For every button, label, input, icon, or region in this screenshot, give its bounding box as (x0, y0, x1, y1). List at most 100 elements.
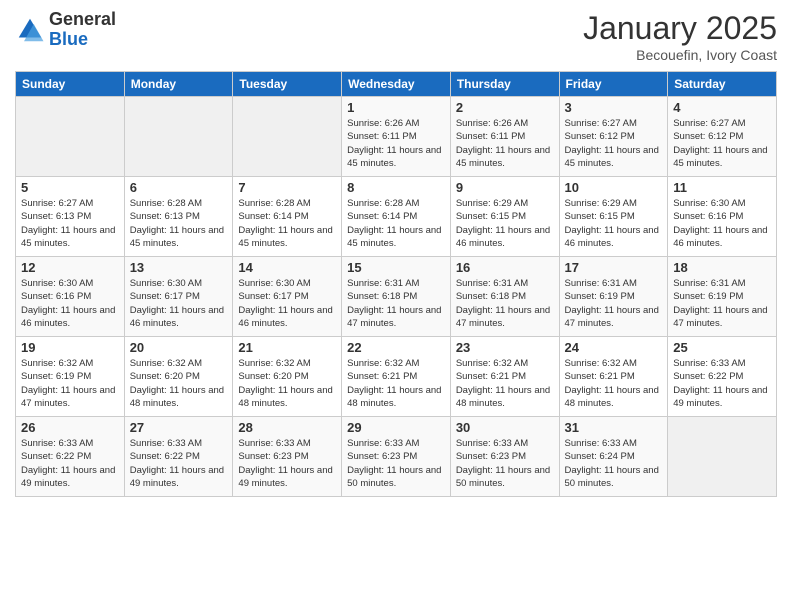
day-number: 31 (565, 420, 663, 435)
day-info: Sunrise: 6:29 AMSunset: 6:15 PMDaylight:… (456, 197, 554, 250)
day-cell: 28 Sunrise: 6:33 AMSunset: 6:23 PMDayligh… (233, 417, 342, 497)
day-info: Sunrise: 6:33 AMSunset: 6:23 PMDaylight:… (347, 437, 445, 490)
day-cell: 2 Sunrise: 6:26 AMSunset: 6:11 PMDaylight… (450, 97, 559, 177)
day-info: Sunrise: 6:32 AMSunset: 6:21 PMDaylight:… (347, 357, 445, 410)
day-cell: 10 Sunrise: 6:29 AMSunset: 6:15 PMDayligh… (559, 177, 668, 257)
day-number: 9 (456, 180, 554, 195)
day-number: 21 (238, 340, 336, 355)
day-cell (124, 97, 233, 177)
day-cell: 12Sunrise: 6:30 AMSunset: 6:16 PMDayligh… (16, 257, 125, 337)
day-cell (233, 97, 342, 177)
day-number: 12 (21, 260, 119, 275)
day-info: Sunrise: 6:28 AMSunset: 6:14 PMDaylight:… (347, 197, 445, 250)
week-row-2: 5 Sunrise: 6:27 AMSunset: 6:13 PMDaylight… (16, 177, 777, 257)
day-number: 18 (673, 260, 771, 275)
day-info: Sunrise: 6:30 AMSunset: 6:16 PMDaylight:… (673, 197, 771, 250)
weekday-thursday: Thursday (450, 72, 559, 97)
day-number: 11 (673, 180, 771, 195)
day-info: Sunrise: 6:31 AMSunset: 6:18 PMDaylight:… (456, 277, 554, 330)
day-info: Sunrise: 6:29 AMSunset: 6:15 PMDaylight:… (565, 197, 663, 250)
day-info: Sunrise: 6:33 AMSunset: 6:24 PMDaylight:… (565, 437, 663, 490)
calendar: SundayMondayTuesdayWednesdayThursdayFrid… (15, 71, 777, 497)
day-number: 25 (673, 340, 771, 355)
day-info: Sunrise: 6:26 AMSunset: 6:11 PMDaylight:… (456, 117, 554, 170)
day-info: Sunrise: 6:33 AMSunset: 6:22 PMDaylight:… (673, 357, 771, 410)
day-cell: 23 Sunrise: 6:32 AMSunset: 6:21 PMDayligh… (450, 337, 559, 417)
day-info: Sunrise: 6:33 AMSunset: 6:22 PMDaylight:… (21, 437, 119, 490)
logo: General Blue (15, 10, 116, 50)
day-cell (668, 417, 777, 497)
logo-general-text: General (49, 10, 116, 30)
day-info: Sunrise: 6:26 AMSunset: 6:11 PMDaylight:… (347, 117, 445, 170)
title-block: January 2025 Becouefin, Ivory Coast (583, 10, 777, 63)
week-row-4: 19 Sunrise: 6:32 AMSunset: 6:19 PMDayligh… (16, 337, 777, 417)
day-info: Sunrise: 6:31 AMSunset: 6:19 PMDaylight:… (565, 277, 663, 330)
day-info: Sunrise: 6:28 AMSunset: 6:13 PMDaylight:… (130, 197, 228, 250)
day-info: Sunrise: 6:32 AMSunset: 6:20 PMDaylight:… (130, 357, 228, 410)
day-cell: 25 Sunrise: 6:33 AMSunset: 6:22 PMDayligh… (668, 337, 777, 417)
day-info: Sunrise: 6:32 AMSunset: 6:20 PMDaylight:… (238, 357, 336, 410)
day-number: 5 (21, 180, 119, 195)
day-info: Sunrise: 6:31 AMSunset: 6:19 PMDaylight:… (673, 277, 771, 330)
day-cell: 11 Sunrise: 6:30 AMSunset: 6:16 PMDayligh… (668, 177, 777, 257)
month-title: January 2025 (583, 10, 777, 47)
day-number: 19 (21, 340, 119, 355)
day-info: Sunrise: 6:33 AMSunset: 6:23 PMDaylight:… (238, 437, 336, 490)
weekday-saturday: Saturday (668, 72, 777, 97)
day-cell: 8 Sunrise: 6:28 AMSunset: 6:14 PMDaylight… (342, 177, 451, 257)
location-title: Becouefin, Ivory Coast (583, 47, 777, 63)
day-number: 10 (565, 180, 663, 195)
day-number: 3 (565, 100, 663, 115)
day-number: 8 (347, 180, 445, 195)
week-row-1: 1 Sunrise: 6:26 AMSunset: 6:11 PMDaylight… (16, 97, 777, 177)
day-info: Sunrise: 6:27 AMSunset: 6:13 PMDaylight:… (21, 197, 119, 250)
day-cell: 6 Sunrise: 6:28 AMSunset: 6:13 PMDaylight… (124, 177, 233, 257)
weekday-monday: Monday (124, 72, 233, 97)
day-number: 23 (456, 340, 554, 355)
day-number: 1 (347, 100, 445, 115)
day-cell: 18 Sunrise: 6:31 AMSunset: 6:19 PMDayligh… (668, 257, 777, 337)
day-number: 30 (456, 420, 554, 435)
day-info: Sunrise: 6:27 AMSunset: 6:12 PMDaylight:… (673, 117, 771, 170)
weekday-wednesday: Wednesday (342, 72, 451, 97)
day-cell: 24Sunrise: 6:32 AMSunset: 6:21 PMDayligh… (559, 337, 668, 417)
day-number: 22 (347, 340, 445, 355)
day-info: Sunrise: 6:33 AMSunset: 6:23 PMDaylight:… (456, 437, 554, 490)
day-number: 2 (456, 100, 554, 115)
day-number: 27 (130, 420, 228, 435)
day-info: Sunrise: 6:30 AMSunset: 6:17 PMDaylight:… (238, 277, 336, 330)
day-info: Sunrise: 6:32 AMSunset: 6:21 PMDaylight:… (565, 357, 663, 410)
day-cell: 16 Sunrise: 6:31 AMSunset: 6:18 PMDayligh… (450, 257, 559, 337)
day-cell: 21 Sunrise: 6:32 AMSunset: 6:20 PMDayligh… (233, 337, 342, 417)
day-info: Sunrise: 6:30 AMSunset: 6:17 PMDaylight:… (130, 277, 228, 330)
day-info: Sunrise: 6:28 AMSunset: 6:14 PMDaylight:… (238, 197, 336, 250)
day-cell: 7 Sunrise: 6:28 AMSunset: 6:14 PMDaylight… (233, 177, 342, 257)
day-cell: 22 Sunrise: 6:32 AMSunset: 6:21 PMDayligh… (342, 337, 451, 417)
day-number: 17 (565, 260, 663, 275)
day-cell: 17 Sunrise: 6:31 AMSunset: 6:19 PMDayligh… (559, 257, 668, 337)
day-number: 16 (456, 260, 554, 275)
weekday-header-row: SundayMondayTuesdayWednesdayThursdayFrid… (16, 72, 777, 97)
day-cell: 1 Sunrise: 6:26 AMSunset: 6:11 PMDaylight… (342, 97, 451, 177)
day-number: 15 (347, 260, 445, 275)
logo-icon (15, 15, 45, 45)
day-info: Sunrise: 6:32 AMSunset: 6:19 PMDaylight:… (21, 357, 119, 410)
day-number: 7 (238, 180, 336, 195)
day-number: 20 (130, 340, 228, 355)
logo-text: General Blue (49, 10, 116, 50)
day-cell: 5 Sunrise: 6:27 AMSunset: 6:13 PMDaylight… (16, 177, 125, 257)
day-number: 13 (130, 260, 228, 275)
day-number: 29 (347, 420, 445, 435)
day-number: 26 (21, 420, 119, 435)
day-info: Sunrise: 6:32 AMSunset: 6:21 PMDaylight:… (456, 357, 554, 410)
day-number: 4 (673, 100, 771, 115)
day-cell (16, 97, 125, 177)
day-number: 28 (238, 420, 336, 435)
day-cell: 29 Sunrise: 6:33 AMSunset: 6:23 PMDayligh… (342, 417, 451, 497)
day-number: 6 (130, 180, 228, 195)
day-cell: 14Sunrise: 6:30 AMSunset: 6:17 PMDayligh… (233, 257, 342, 337)
day-cell: 9 Sunrise: 6:29 AMSunset: 6:15 PMDaylight… (450, 177, 559, 257)
day-info: Sunrise: 6:27 AMSunset: 6:12 PMDaylight:… (565, 117, 663, 170)
day-cell: 31 Sunrise: 6:33 AMSunset: 6:24 PMDayligh… (559, 417, 668, 497)
day-cell: 15Sunrise: 6:31 AMSunset: 6:18 PMDayligh… (342, 257, 451, 337)
